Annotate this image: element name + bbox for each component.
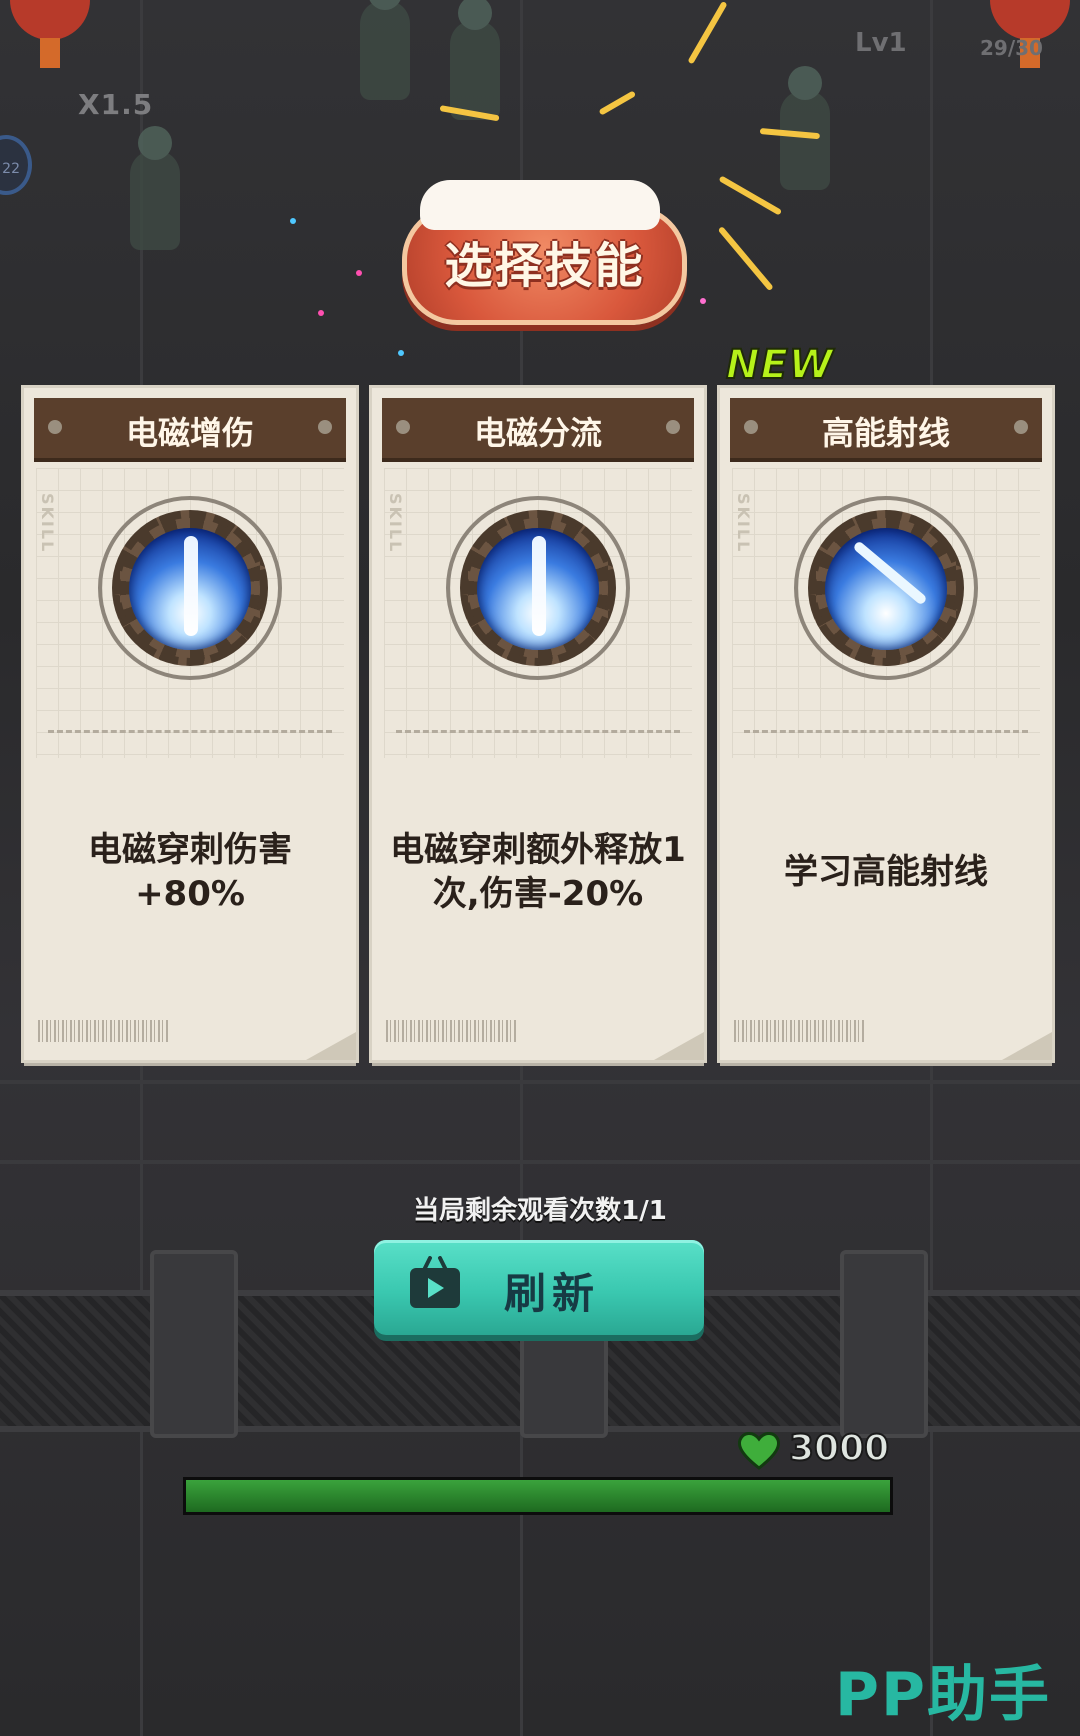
lantern-decoration bbox=[990, 0, 1070, 68]
skill-card-3[interactable]: 高能射线 SKILL 学习高能射线 bbox=[720, 388, 1052, 1060]
skill-tag: SKILL bbox=[38, 493, 57, 554]
barcode-decoration bbox=[38, 1020, 168, 1042]
new-badge: NEW bbox=[725, 341, 834, 389]
card-header: 电磁分流 bbox=[382, 398, 694, 462]
lantern-decoration bbox=[10, 0, 90, 68]
skill-description: 电磁穿刺伤害+80% bbox=[88, 830, 292, 914]
skill-tag: SKILL bbox=[386, 493, 405, 554]
weapon-level: Lv1 bbox=[855, 28, 907, 58]
energy-beam-icon bbox=[825, 528, 947, 650]
barcode-decoration bbox=[386, 1020, 516, 1042]
skill-tag: SKILL bbox=[734, 493, 753, 554]
player-hp-bar bbox=[183, 1477, 893, 1515]
refresh-button-label: 刷新 bbox=[504, 1270, 601, 1317]
zombie-enemy bbox=[360, 0, 410, 100]
heart-icon bbox=[738, 1432, 780, 1470]
skill-name: 电磁分流 bbox=[473, 414, 602, 452]
ammo-count: 29/30 bbox=[980, 36, 1043, 60]
app-watermark: PP助手 bbox=[835, 1660, 1051, 1730]
zombie-enemy bbox=[130, 126, 180, 250]
skill-name: 电磁增伤 bbox=[125, 414, 254, 452]
skill-card-1[interactable]: 电磁增伤 SKILL 电磁穿刺伤害+80% bbox=[24, 388, 356, 1060]
player-hp-value: 3000 bbox=[788, 1427, 890, 1470]
card-header: 电磁增伤 bbox=[34, 398, 346, 462]
page-title: 选择技能 bbox=[444, 238, 645, 294]
lightning-strike-icon bbox=[129, 528, 251, 650]
game-speed-label[interactable]: X1.5 bbox=[78, 88, 153, 121]
skill-description: 电磁穿刺额外释放1次,伤害-20% bbox=[390, 830, 686, 914]
barcode-decoration bbox=[734, 1020, 864, 1042]
skill-card-2[interactable]: 电磁分流 SKILL 电磁穿刺额外释放1次,伤害-20% bbox=[372, 388, 704, 1060]
refresh-button[interactable]: 刷新 bbox=[374, 1240, 704, 1335]
player-hp-fill bbox=[186, 1480, 890, 1512]
tv-video-icon bbox=[410, 1268, 460, 1308]
zombie-enemy bbox=[450, 0, 500, 120]
skill-name: 高能射线 bbox=[821, 414, 950, 452]
lightning-strike-icon bbox=[477, 528, 599, 650]
remaining-views-text: 当局剩余观看次数1/1 bbox=[413, 1196, 667, 1226]
zombie-enemy bbox=[780, 66, 830, 190]
card-header: 高能射线 bbox=[730, 398, 1042, 462]
skill-description: 学习高能射线 bbox=[784, 852, 988, 892]
